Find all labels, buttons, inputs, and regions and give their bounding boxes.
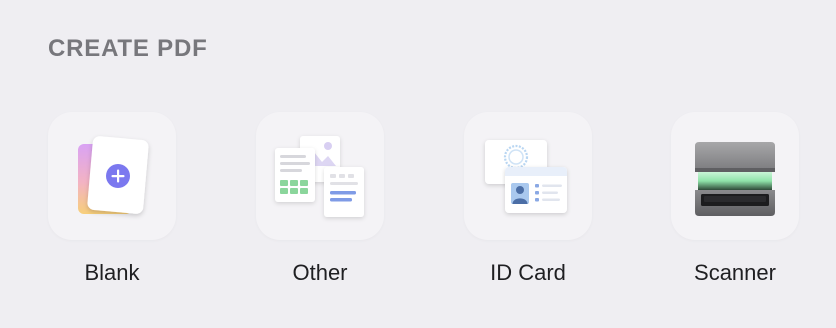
section-title: CREATE PDF [48, 35, 208, 62]
create-pdf-panel: CREATE PDF Blank Other ID Card Scanner [0, 0, 836, 328]
create-other-tile[interactable]: Other [256, 112, 384, 296]
blank-document-plus-icon [78, 136, 149, 214]
tile-label-blank: Blank [84, 260, 140, 285]
create-blank-tile[interactable]: Blank [48, 112, 176, 296]
tile-label-scanner: Scanner [694, 260, 776, 285]
create-id-card-tile[interactable]: ID Card [464, 112, 592, 296]
tile-icon-container [256, 112, 384, 240]
tile-icon-container [464, 112, 592, 240]
tile-label-id-card: ID Card [490, 260, 566, 285]
id-card-icon [485, 140, 567, 213]
tile-icon-container [48, 112, 176, 240]
scanner-icon [695, 142, 775, 216]
create-scanner-tile[interactable]: Scanner [671, 112, 799, 296]
other-documents-icon [275, 136, 364, 217]
tile-label-other: Other [292, 260, 348, 285]
tile-icon-container [671, 112, 799, 240]
